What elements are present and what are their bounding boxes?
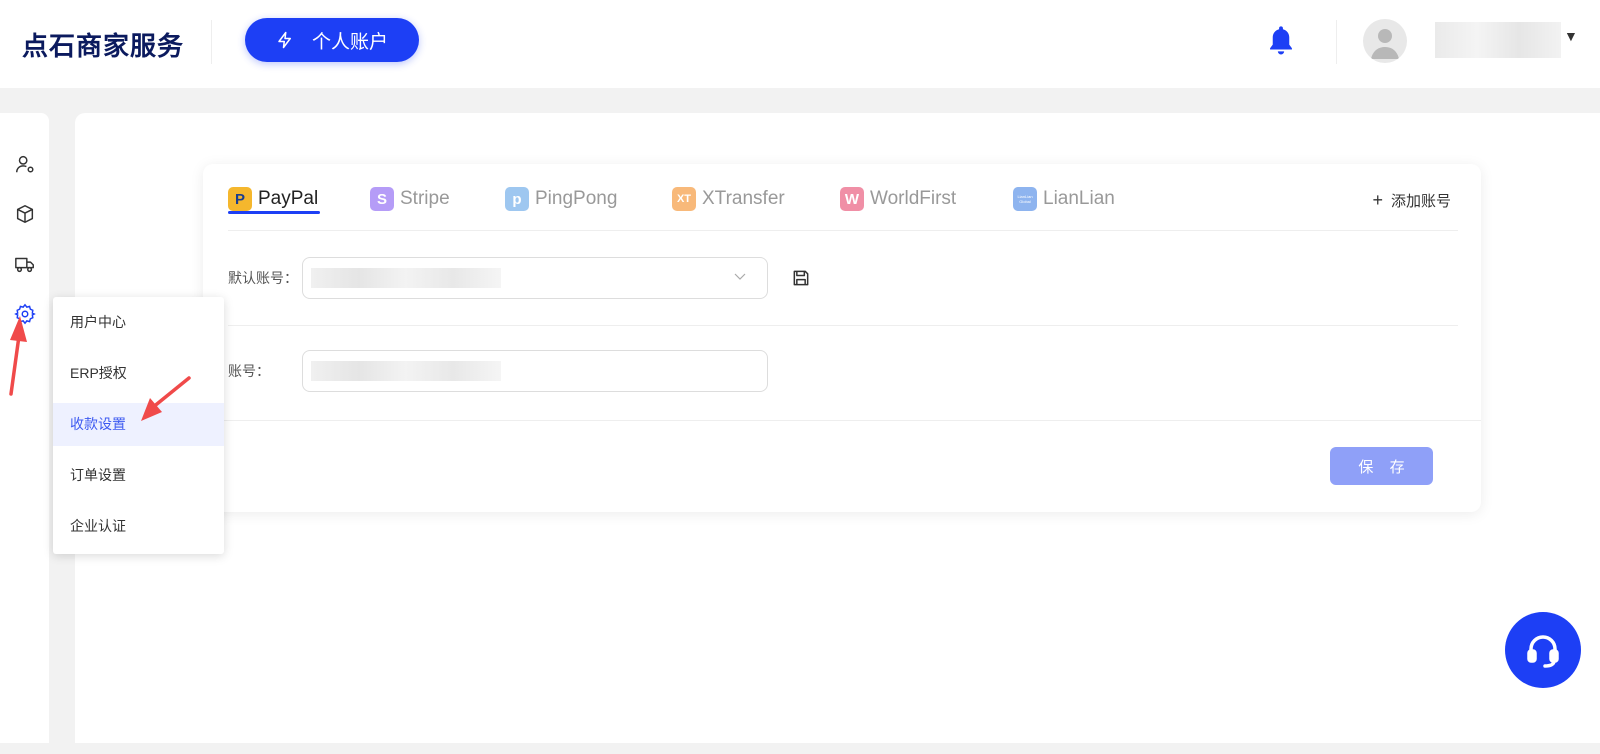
paypal-icon: P — [228, 187, 252, 211]
tab-label: PingPong — [535, 188, 618, 209]
menu-item-erp-authorization[interactable]: ERP授权 — [53, 352, 224, 395]
pingpong-icon: p — [505, 187, 529, 211]
menu-item-order-settings[interactable]: 订单设置 — [53, 454, 224, 497]
menu-item-payment-settings[interactable]: 收款设置 — [53, 403, 224, 446]
header-divider — [1336, 20, 1337, 64]
username-redacted[interactable] — [1435, 22, 1561, 58]
account-label: 账号： — [228, 363, 270, 379]
lianlian-icon: LianLian Global — [1013, 187, 1037, 211]
stripe-icon: S — [370, 187, 394, 211]
user-menu-caret-icon[interactable]: ▼ — [1564, 28, 1578, 44]
account-value-redacted — [311, 361, 501, 381]
tab-worldfirst[interactable]: W WorldFirst — [840, 184, 956, 214]
personal-account-button[interactable]: 个人账户 — [245, 18, 419, 62]
worldfirst-icon: W — [840, 187, 864, 211]
user-avatar[interactable] — [1363, 19, 1407, 63]
save-button[interactable]: 保 存 — [1330, 447, 1433, 485]
headset-icon — [1527, 635, 1559, 668]
truck-icon[interactable] — [14, 253, 36, 275]
notification-bell-icon[interactable] — [1266, 24, 1296, 58]
header-divider — [211, 20, 212, 64]
tab-label: PayPal — [258, 188, 319, 209]
top-header: 点石商家服务 个人账户 ▼ — [0, 0, 1600, 88]
add-account-label: 添加账号 — [1390, 193, 1451, 210]
box-icon[interactable] — [14, 203, 36, 225]
customer-support-button[interactable] — [1505, 612, 1581, 688]
payment-settings-card: P PayPal S Stripe p PingPong XT XTransfe… — [203, 164, 1481, 512]
tab-pingpong[interactable]: p PingPong — [505, 184, 617, 214]
tab-xtransfer[interactable]: XT XTransfer — [672, 184, 785, 214]
sidebar — [0, 113, 49, 743]
xtransfer-icon: XT — [672, 187, 696, 211]
account-input[interactable] — [302, 350, 768, 392]
settings-dropdown-menu: 用户中心 ERP授权 收款设置 订单设置 企业认证 — [53, 297, 224, 554]
tab-label: LianLian — [1043, 188, 1115, 209]
add-account-button[interactable]: + 添加账号 — [1372, 190, 1451, 211]
tab-label: Stripe — [400, 188, 450, 209]
menu-item-user-center[interactable]: 用户中心 — [53, 301, 224, 344]
tab-label: XTransfer — [702, 188, 785, 209]
user-settings-icon[interactable] — [14, 153, 36, 175]
footer-divider — [203, 420, 1481, 421]
plus-icon: + — [1372, 190, 1383, 210]
user-avatar-icon — [1371, 29, 1399, 59]
tab-divider — [228, 230, 1458, 231]
gear-icon[interactable] — [14, 303, 36, 325]
tab-stripe[interactable]: S Stripe — [370, 184, 450, 214]
personal-account-label: 个人账户 — [311, 31, 388, 53]
default-account-select[interactable] — [302, 257, 768, 299]
tab-label: WorldFirst — [870, 188, 957, 209]
default-account-value-redacted — [311, 268, 501, 288]
form-divider — [228, 325, 1458, 326]
default-account-label: 默认账号： — [228, 270, 298, 286]
app-logo[interactable]: 点石商家服务 — [22, 26, 184, 63]
tab-lianlian[interactable]: LianLian Global LianLian — [1013, 184, 1115, 214]
lightning-icon — [278, 31, 291, 49]
save-icon[interactable] — [791, 268, 811, 288]
chevron-down-icon — [734, 273, 746, 280]
menu-item-enterprise-verification[interactable]: 企业认证 — [53, 505, 224, 548]
tab-paypal[interactable]: P PayPal — [228, 184, 318, 214]
active-tab-indicator — [228, 211, 320, 214]
